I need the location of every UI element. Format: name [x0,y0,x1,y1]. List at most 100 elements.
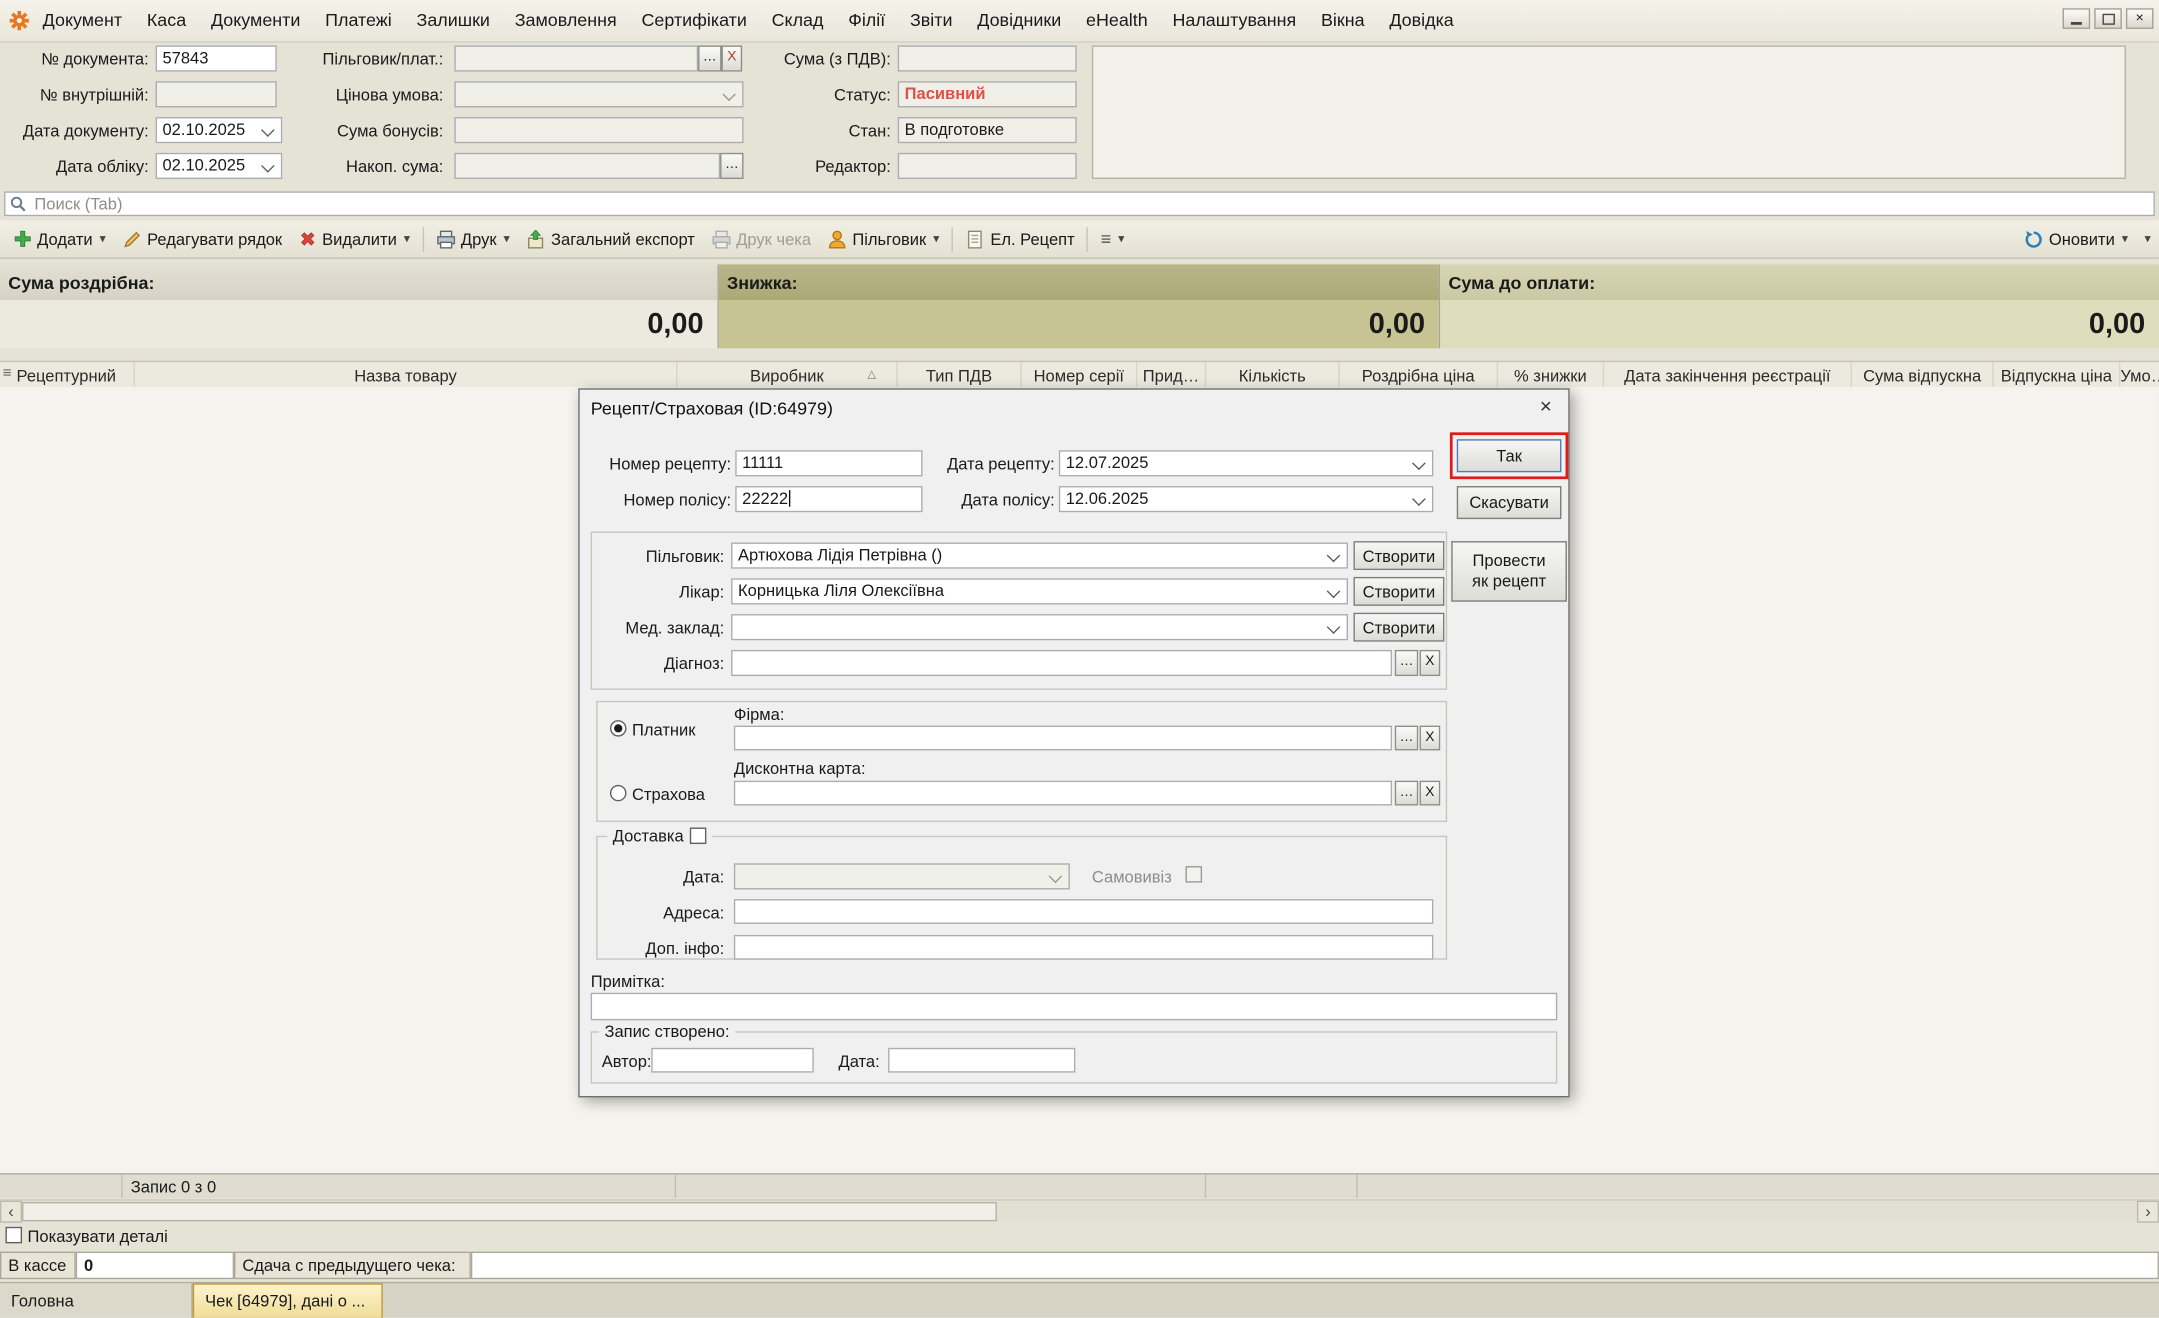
recipe-insurance-dialog: Рецепт/Страховая (ID:64979) × Так Скасув… [578,388,1569,1097]
minimize-button[interactable] [2063,8,2091,29]
beneficiary-field[interactable] [454,45,698,71]
show-details-checkbox[interactable] [6,1227,23,1244]
price-condition-combo[interactable] [454,81,743,107]
menu-ehealth[interactable]: eHealth [1074,0,1160,41]
general-export-button[interactable]: Загальний експорт [518,225,703,253]
dialog-beneficiary-combo[interactable]: Артюхова Лідія Петрівна () [731,542,1348,568]
minimize-icon [2071,21,2082,24]
yes-button[interactable]: Так [1457,439,1562,472]
search-input[interactable] [32,193,2154,215]
delete-button[interactable]: Видалити ▾ [290,225,418,253]
col-retail-price[interactable]: Роздрібна ціна [1340,362,1498,388]
menu-settings[interactable]: Налаштування [1160,0,1309,41]
horizontal-scrollbar[interactable]: ‹ › [0,1199,2159,1222]
discount-card-browse-button[interactable]: … [1395,781,1418,806]
scroll-left-button[interactable]: ‹ [0,1201,22,1223]
view-options-button[interactable]: ≡ ▾ [1093,224,1133,253]
state-label: Стан: [771,121,891,140]
col-dispense-sum[interactable]: Сума відпускна [1852,362,1994,388]
policy-date-combo[interactable]: 12.06.2025 [1059,486,1434,512]
insurance-radio[interactable] [610,785,627,802]
policy-number-field[interactable]: 22222 [735,486,922,512]
general-export-button-label: Загальний експорт [551,229,695,248]
menu-warehouse[interactable]: Склад [759,0,836,41]
create-doctor-button[interactable]: Створити [1353,577,1444,606]
diagnosis-field[interactable] [731,650,1392,676]
recipe-date-combo[interactable]: 12.07.2025 [1059,450,1434,476]
tab-main[interactable]: Головна [0,1283,193,1317]
conduct-as-recipe-button[interactable]: Провести як рецепт [1451,541,1567,602]
menu-document[interactable]: Документ [30,0,134,41]
doctor-combo[interactable]: Корницька Ліля Олексіївна [731,578,1348,604]
firm-clear-button[interactable]: X [1420,726,1441,751]
address-field[interactable] [734,899,1433,924]
payer-radio[interactable] [610,720,627,737]
cancel-button[interactable]: Скасувати [1457,486,1562,519]
col-product-name[interactable]: Назва товару [135,362,677,388]
col-discount-pct[interactable]: % знижки [1498,362,1604,388]
firm-field[interactable] [734,726,1392,751]
med-institution-combo[interactable] [731,614,1348,640]
scroll-right-button[interactable]: › [2137,1201,2159,1223]
diagnosis-clear-button[interactable]: X [1420,650,1441,676]
tab-receipt[interactable]: Чек [64979], дані о ... [193,1283,383,1317]
col-registration-end-date[interactable]: Дата закінчення реєстрації [1604,362,1852,388]
menu-kasa[interactable]: Каса [134,0,198,41]
col-manufacturer[interactable]: Виробник [677,362,897,388]
refresh-button[interactable]: Оновити ▾ [2016,225,2136,253]
menu-payments[interactable]: Платежі [313,0,404,41]
delivery-checkbox[interactable] [689,828,706,845]
status-divider [1205,1174,1206,1197]
restore-button[interactable] [2094,8,2122,29]
doc-number-field[interactable]: 57843 [156,45,277,71]
menu-branches[interactable]: Філії [836,0,898,41]
create-beneficiary-button[interactable]: Створити [1353,541,1444,570]
summary-retail: Сума роздрібна: 0,00 [0,264,719,348]
change-value-field[interactable] [471,1252,2159,1280]
dialog-close-icon[interactable]: × [1540,395,1552,418]
col-series-number[interactable]: Номер серії [1022,362,1138,388]
col-quantity[interactable]: Кількість [1206,362,1340,388]
menu-reports[interactable]: Звіти [898,0,965,41]
recipe-number-field[interactable]: 11111 [735,450,922,476]
col-dispense-price[interactable]: Відпускна ціна [1994,362,2121,388]
cash-label: В кассе [0,1252,76,1280]
menu-documents[interactable]: Документи [199,0,313,41]
add-info-field[interactable] [734,935,1433,960]
doc-date-combo[interactable]: 02.10.2025 [156,117,283,143]
menu-directories[interactable]: Довідники [965,0,1074,41]
menu-certificates[interactable]: Сертифікати [629,0,759,41]
toolbar-overflow-icon[interactable]: ▾ [2144,231,2150,246]
chevron-down-icon: ▾ [933,231,939,246]
diagnosis-browse-button[interactable]: … [1395,650,1418,676]
internal-number-field[interactable] [156,81,277,107]
menu-help[interactable]: Довідка [1377,0,1466,41]
search-box [4,191,2155,216]
beneficiary-button[interactable]: Пільговик ▾ [819,225,947,253]
col-umo[interactable]: Умо… [2120,362,2159,388]
discount-card-field[interactable] [734,781,1392,806]
discount-card-clear-button[interactable]: X [1420,781,1441,806]
scrollbar-thumb[interactable] [22,1202,997,1221]
menu-orders[interactable]: Замовлення [502,0,629,41]
menu-stock[interactable]: Залишки [404,0,502,41]
col-recipe[interactable]: Рецептурний [17,362,135,388]
chevron-down-icon: ▾ [503,231,509,246]
menu-windows[interactable]: Вікна [1309,0,1377,41]
edit-row-button[interactable]: Редагувати рядок [114,225,290,253]
beneficiary-clear-button[interactable]: X [721,45,742,71]
col-prid[interactable]: Прид… [1137,362,1206,388]
col-vat-type[interactable]: Тип ПДВ [898,362,1022,388]
firm-browse-button[interactable]: … [1395,726,1418,751]
print-button-label: Друк [461,229,497,248]
accum-sum-browse-button[interactable]: … [720,153,743,179]
close-button[interactable]: × [2126,8,2154,29]
add-button[interactable]: Додати ▾ [6,225,115,253]
e-recipe-button[interactable]: Ел. Рецепт [957,225,1083,253]
print-receipt-button-label: Друк чека [736,229,811,248]
account-date-combo[interactable]: 02.10.2025 [156,153,283,179]
create-med-institution-button[interactable]: Створити [1353,613,1444,642]
beneficiary-browse-button[interactable]: … [698,45,721,71]
note-field[interactable] [591,993,1558,1021]
print-button[interactable]: Друк ▾ [428,225,518,253]
